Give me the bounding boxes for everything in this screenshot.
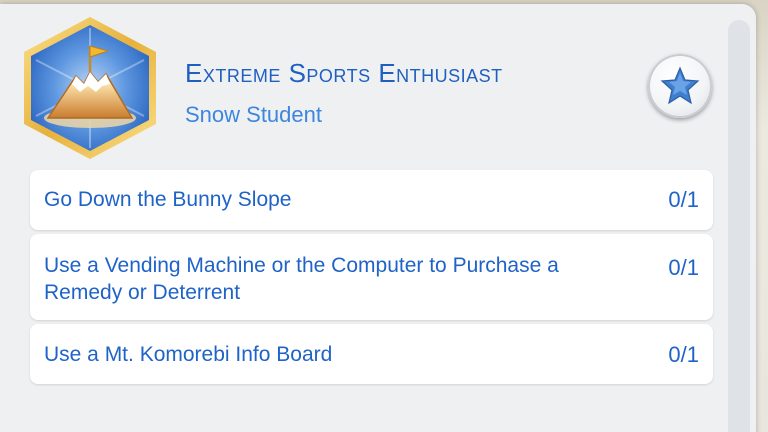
star-icon bbox=[660, 66, 700, 105]
scrollbar[interactable] bbox=[728, 20, 750, 432]
mountain-flag-icon bbox=[24, 17, 156, 159]
task-progress: 0/1 bbox=[668, 255, 699, 280]
task-row: Go Down the Bunny Slope 0/1 bbox=[30, 170, 713, 230]
task-progress: 0/1 bbox=[668, 342, 699, 367]
aspiration-subtitle: Snow Student bbox=[185, 102, 322, 127]
task-label: Use a Mt. Komorebi Info Board bbox=[44, 343, 333, 366]
task-row: Use a Mt. Komorebi Info Board 0/1 bbox=[30, 324, 713, 384]
task-row: Use a Vending Machine or the Computer to… bbox=[30, 234, 713, 320]
star-button[interactable] bbox=[648, 54, 712, 118]
task-label: Use a Vending Machine or the Computer to… bbox=[44, 254, 559, 304]
aspiration-title: Extreme Sports Enthusiast bbox=[185, 58, 503, 88]
task-label: Go Down the Bunny Slope bbox=[44, 188, 292, 211]
task-progress: 0/1 bbox=[668, 187, 699, 212]
